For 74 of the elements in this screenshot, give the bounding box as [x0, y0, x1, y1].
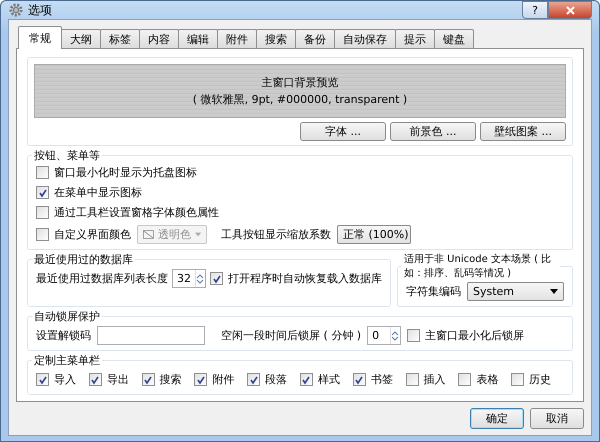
checkbox[interactable] — [300, 373, 313, 386]
checkbox[interactable] — [407, 329, 420, 342]
unlock-code-label: 设置解锁码 — [36, 328, 91, 343]
spin-arrows-icon[interactable] — [196, 272, 204, 284]
color-swatch-icon — [143, 229, 154, 240]
checkbox-label: 附件 — [212, 372, 234, 387]
checkbox-label: 在菜单中显示图标 — [54, 185, 142, 200]
close-icon — [566, 6, 574, 14]
checkbox-label: 段落 — [265, 372, 288, 387]
tab[interactable]: 标签 — [100, 29, 140, 48]
checkbox-label: 样式 — [318, 372, 340, 387]
list-length-spinbox[interactable]: 32 — [172, 269, 206, 288]
checkbox[interactable] — [36, 206, 49, 219]
idle-time-spinbox[interactable]: 0 — [367, 326, 402, 345]
group-title: 按钮、菜单等 — [33, 148, 101, 163]
checkbox[interactable] — [352, 373, 366, 386]
tab[interactable]: 附件 — [217, 29, 257, 48]
tab[interactable]: 提示 — [395, 29, 435, 48]
dialog-button[interactable]: 取消 — [530, 408, 584, 429]
checkbox[interactable] — [36, 166, 49, 179]
checkbox-label: 历史 — [529, 372, 552, 387]
gear-icon — [8, 2, 24, 18]
spin-arrows-icon[interactable] — [391, 330, 400, 342]
tab[interactable]: 自动保存 — [334, 29, 396, 48]
checkbox-label: 打开程序时自动恢复载入数据库 — [228, 271, 382, 286]
checkbox-label: 窗口最小化时显示为托盘图标 — [54, 165, 197, 180]
tab[interactable]: 内容 — [139, 29, 179, 48]
dropdown-arrow-icon — [194, 232, 201, 237]
scale-label: 工具按钮显示缩放系数 — [221, 227, 331, 242]
tab[interactable]: 常规 — [18, 26, 62, 49]
checkbox[interactable] — [88, 373, 102, 386]
idle-time-label: 空闲一段时间后锁屏 ( 分钟 ) — [221, 328, 362, 343]
checkbox[interactable] — [36, 186, 49, 199]
checkbox-label: 搜索 — [160, 372, 182, 387]
checkbox[interactable] — [36, 373, 49, 386]
checkbox-label: 主窗口最小化后锁屏 — [425, 328, 524, 343]
checkbox-label: 自定义界面颜色 — [54, 227, 131, 242]
preview-option-button[interactable]: 前景色 ... — [390, 122, 476, 141]
group-title: 定制主菜单栏 — [33, 353, 101, 368]
tab[interactable]: 备份 — [295, 29, 335, 48]
help-button[interactable]: ? — [522, 1, 548, 19]
checkbox[interactable] — [458, 373, 472, 386]
tab[interactable]: 键盘 — [434, 29, 474, 48]
preview-option-button[interactable]: 字体 ... — [300, 122, 386, 141]
checkbox[interactable] — [210, 272, 223, 285]
scale-dropdown[interactable]: 正常 (100%) — [337, 225, 411, 244]
group-title: 最近使用过的数据库 — [33, 252, 134, 267]
close-button[interactable] — [548, 1, 592, 19]
dropdown-arrow-icon — [550, 289, 558, 294]
checkbox[interactable] — [247, 373, 260, 386]
encoding-label: 字符集编码 — [406, 284, 461, 299]
group-title: 适用于非 Unicode 文本场景 ( 比如：排序、乱码等情况 ) — [403, 252, 552, 280]
checkbox[interactable] — [194, 373, 208, 386]
tab[interactable]: 大纲 — [61, 29, 101, 48]
window-title: 选项 — [28, 2, 52, 18]
checkbox-label: 表格 — [476, 372, 498, 387]
checkbox-label: 导入 — [54, 372, 76, 387]
unlock-code-field[interactable] — [97, 326, 205, 345]
checkbox-label: 插入 — [424, 372, 446, 387]
encoding-dropdown[interactable]: System — [467, 282, 564, 301]
checkbox-label: 书签 — [370, 372, 393, 387]
list-length-label: 最近使用过数据库列表长度 — [36, 271, 168, 286]
checkbox-label: 通过工具栏设置窗格字体颜色属性 — [54, 205, 219, 220]
checkbox[interactable] — [142, 373, 155, 386]
preview-option-button[interactable]: 壁纸图案 ... — [480, 122, 566, 141]
group-title: 自动锁屏保护 — [33, 309, 101, 324]
checkbox-label: 导出 — [106, 372, 129, 387]
checkbox[interactable] — [406, 373, 419, 386]
dialog-button[interactable]: 确定 — [470, 408, 524, 429]
checkbox[interactable] — [511, 373, 524, 386]
tab[interactable]: 搜索 — [256, 29, 296, 48]
tab[interactable]: 编辑 — [178, 29, 218, 48]
preview-title: 主窗口背景预览 — [262, 75, 338, 90]
preview-subtitle: ( 微软雅黑, 9pt, #000000, transparent ) — [192, 92, 408, 107]
